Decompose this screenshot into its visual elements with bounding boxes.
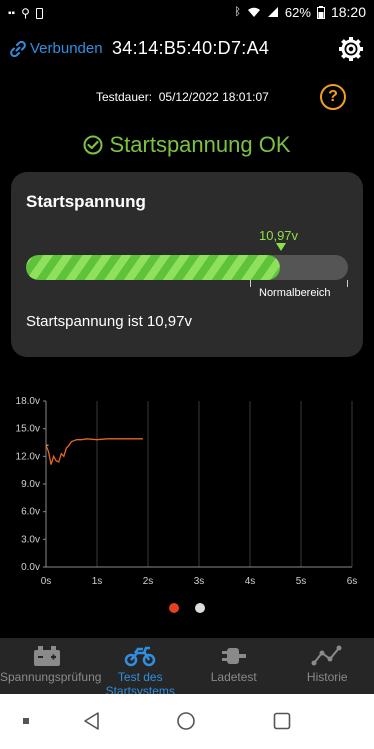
voltage-chart: 0s 1s 2s 3s 4s 5s 6s 18.0v 15.0v 12.0v 9.0v 6.0v 3.0… [16,396,358,587]
nav-item-history[interactable]: Historie [281,638,374,694]
nav-label: Historie [306,670,348,684]
nav-item-starting-system[interactable]: Test des Startsystems [94,638,188,698]
page-dot-inactive[interactable] [195,603,205,613]
history-chart-icon [311,645,342,666]
motorcycle-icon [125,646,156,667]
y-tick-label: 18.0v [16,396,40,407]
overview-icon[interactable] [273,712,291,730]
test-duration-row: Testdauer: 05/12/2022 18:01:07 ? [0,84,374,110]
system-navigation-bar [0,694,374,749]
device-id: 34:14:B5:40:D7:A4 [112,38,270,58]
x-tick-label: 3s [194,576,205,587]
check-circle-icon [83,135,103,155]
link-icon [10,40,26,57]
test-result: Startspannung OK [0,130,374,160]
x-tick-label: 4s [245,576,256,587]
x-tick-label: 2s [143,576,154,587]
range-tick-right [347,280,348,287]
voltage-value-label: 10,97v [259,228,299,243]
nav-label: Spannungsprüfung [0,670,102,684]
app-header: Verbunden 34:14:B5:40:D7:A4 [0,30,374,70]
plug-icon [221,648,246,664]
battery-percent: 62% [284,4,311,20]
battery-small-icon [35,7,43,19]
notification-icons: ▪▪ ⚲ [8,6,43,20]
voltage-summary: Startspannung ist 10,97v [26,313,192,330]
y-tick-label: 3.0v [21,534,40,545]
page-dot-active[interactable] [169,603,179,613]
normal-range-label: Normalbereich [259,287,331,299]
y-tick-label: 9.0v [21,479,40,490]
nav-item-voltage-test[interactable]: Spannungsprüfung [0,638,102,694]
back-icon[interactable] [82,711,102,731]
x-tick-label: 6s [347,576,358,587]
recents-dot-icon[interactable] [22,717,30,725]
usb-icon: ⚲ [21,6,30,20]
battery-icon [316,5,325,19]
x-tick-label: 1s [92,576,103,587]
test-duration: Testdauer: 05/12/2022 18:01:07 [96,90,269,104]
x-tick-label: 0s [41,576,52,587]
system-status: ᛒ 62% 18:20 [234,4,366,20]
bluetooth-icon: ᛒ [234,6,241,18]
y-tick-label: 15.0v [16,424,40,435]
test-result-label: Startspannung OK [109,132,291,157]
voltage-bar [26,255,348,280]
x-tick-label: 5s [296,576,307,587]
settings-gear-icon[interactable] [338,36,364,62]
battery-icon [33,646,60,666]
card-title: Startspannung [26,192,146,211]
status-bar: ▪▪ ⚲ ᛒ 62% 18:20 [0,0,374,26]
connection-status[interactable]: Verbunden [10,40,103,57]
clock: 18:20 [330,4,366,20]
value-pointer-icon [276,243,286,251]
nav-label: Ladetest [210,670,257,684]
help-icon[interactable]: ? [320,84,346,110]
signal-icon [267,7,278,17]
connection-label: Verbunden [30,40,103,57]
test-duration-label: Testdauer: [96,90,153,104]
test-date-time: 05/12/2022 18:01:07 [158,90,269,104]
range-tick-left [250,280,251,287]
nav-item-charging-test[interactable]: Ladetest [187,638,281,694]
y-tick-label: 0.0v [21,562,40,573]
y-tick-label: 6.0v [21,507,40,518]
dots-icon: ▪▪ [8,7,16,19]
page-indicator [0,603,374,615]
y-tick-label: 12.0v [16,451,40,462]
wifi-icon [247,7,260,17]
home-icon[interactable] [176,711,196,731]
series-line [45,438,143,465]
bottom-navigation: Spannungsprüfung Test des Startsystems L… [0,638,374,698]
voltage-bar-fill [26,255,281,280]
voltage-card: Startspannung 10,97v Normalbereich Start… [11,172,363,357]
